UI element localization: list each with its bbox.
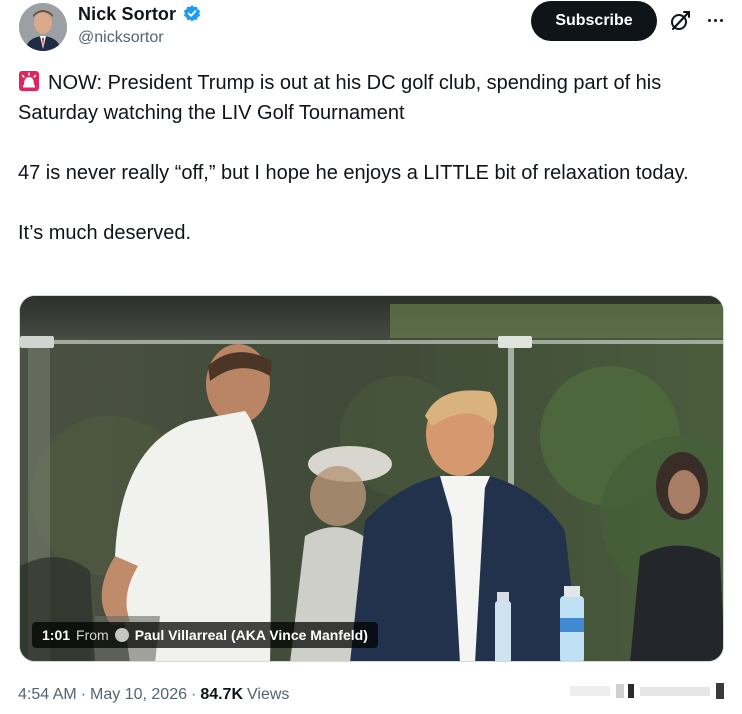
tweet-paragraph: NOW: President Trump is out at his DC go… bbox=[18, 68, 723, 128]
meta-separator: · bbox=[80, 686, 87, 703]
meta-separator: · bbox=[190, 686, 197, 703]
tweet-header: Nick Sortor @nicksortor Subscribe bbox=[0, 0, 742, 64]
more-dot bbox=[707, 18, 711, 22]
video-frame-image bbox=[20, 296, 723, 661]
view-count: 84.7K bbox=[200, 686, 244, 703]
tweet-video[interactable]: 1:01 From Paul Villarreal (AKA Vince Man… bbox=[19, 295, 724, 662]
source-avatar-icon bbox=[114, 628, 129, 642]
author-handle[interactable]: @nicksortor bbox=[78, 29, 164, 47]
video-info-overlay: 1:01 From Paul Villarreal (AKA Vince Man… bbox=[32, 622, 378, 648]
tweet-text: NOW: President Trump is out at his DC go… bbox=[18, 68, 723, 278]
subscribe-button[interactable]: Subscribe bbox=[531, 1, 657, 41]
tweet-paragraph: 47 is never really “off,” but I hope he … bbox=[18, 162, 689, 184]
author-display-name[interactable]: Nick Sortor bbox=[78, 4, 176, 25]
video-source-name[interactable]: Paul Villarreal (AKA Vince Manfeld) bbox=[135, 627, 368, 643]
tweet-date[interactable]: May 10, 2026 bbox=[90, 686, 187, 704]
more-options-icon[interactable] bbox=[704, 9, 726, 31]
video-from-label: From bbox=[76, 627, 109, 643]
avatar[interactable] bbox=[19, 3, 67, 51]
rotating-light-siren-icon bbox=[18, 70, 40, 92]
more-dot bbox=[719, 18, 723, 22]
verified-badge-icon bbox=[182, 4, 202, 24]
tweet-paragraph: It’s much deserved. bbox=[18, 222, 192, 244]
tweet-time[interactable]: 4:54 AM bbox=[18, 686, 77, 704]
grok-icon[interactable] bbox=[668, 9, 692, 33]
author-name-row: Nick Sortor bbox=[78, 3, 202, 25]
tweet-metadata: 4:54 AM · May 10, 2026 · 84.7K Views bbox=[18, 686, 289, 704]
more-dot bbox=[713, 18, 717, 22]
watermark-image bbox=[570, 680, 726, 702]
video-duration: 1:01 bbox=[42, 627, 71, 643]
tweet-paragraph-text: NOW: President Trump is out at his DC go… bbox=[18, 72, 662, 124]
views-label: Views bbox=[247, 686, 290, 703]
